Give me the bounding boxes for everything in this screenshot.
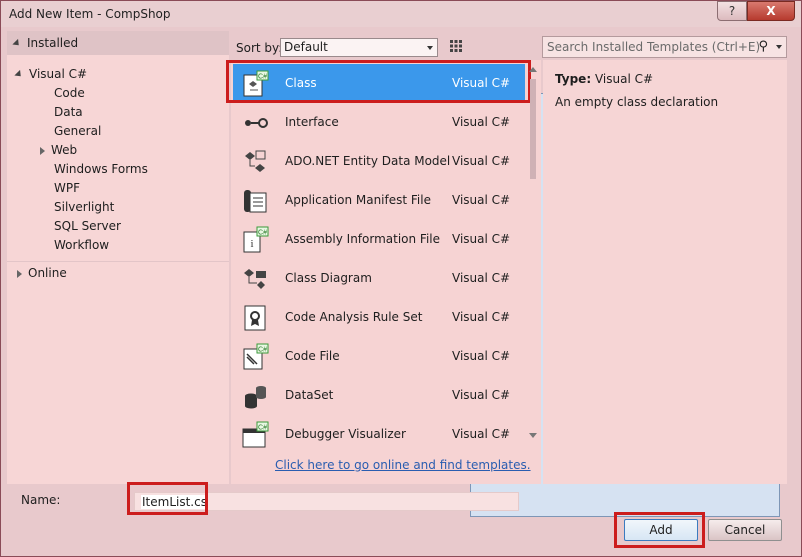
template-language: Visual C# bbox=[452, 427, 511, 441]
interface-icon bbox=[245, 118, 268, 128]
template-item-class-diagram[interactable]: Class Diagram Visual C# bbox=[233, 259, 525, 298]
template-name: Assembly Information File bbox=[285, 232, 441, 246]
template-language: Visual C# bbox=[452, 310, 511, 324]
tree-item-windows-forms[interactable]: Windows Forms bbox=[54, 160, 148, 179]
name-highlight bbox=[127, 482, 208, 515]
type-value: Visual C# bbox=[594, 72, 654, 86]
template-details-pane: Type: Visual C# An empty class declarati… bbox=[543, 60, 787, 484]
template-language: Visual C# bbox=[452, 349, 511, 363]
cancel-button[interactable]: Cancel bbox=[708, 519, 782, 541]
svg-text:C#: C# bbox=[258, 347, 267, 354]
type-label: Type: bbox=[555, 72, 592, 86]
template-language: Visual C# bbox=[452, 154, 511, 168]
tree-item-silverlight[interactable]: Silverlight bbox=[54, 198, 114, 217]
class-diagram-icon bbox=[244, 269, 266, 289]
template-language: Visual C# bbox=[452, 232, 511, 246]
tree-item-general[interactable]: General bbox=[54, 122, 101, 141]
manifest-icon bbox=[244, 190, 267, 213]
template-name: Code Analysis Rule Set bbox=[285, 310, 423, 324]
template-language: Visual C# bbox=[452, 115, 511, 129]
chevron-down-icon bbox=[427, 46, 433, 50]
sort-toolbar: Sort by: Default bbox=[231, 34, 780, 517]
svg-text:C#: C# bbox=[258, 230, 267, 237]
help-button[interactable]: ? bbox=[717, 1, 747, 21]
tree-divider bbox=[7, 261, 229, 262]
grid-view-icon bbox=[450, 40, 462, 52]
tree-item-label: Online bbox=[28, 266, 67, 280]
tree-item-sql-server[interactable]: SQL Server bbox=[54, 217, 121, 236]
template-item-dataset[interactable]: DataSet Visual C# bbox=[233, 376, 525, 415]
template-item-debugger-visualizer[interactable]: C# Debugger Visualizer Visual C# bbox=[233, 415, 525, 454]
template-name: ADO.NET Entity Data Model bbox=[285, 154, 451, 168]
entity-model-icon bbox=[245, 150, 266, 172]
svg-text:i: i bbox=[250, 238, 253, 250]
template-name: Code File bbox=[285, 349, 340, 363]
template-language: Visual C# bbox=[452, 193, 511, 207]
grid-view-button[interactable] bbox=[446, 37, 466, 57]
selection-highlight bbox=[226, 60, 531, 103]
expand-icon[interactable] bbox=[14, 69, 24, 80]
template-item-code-file[interactable]: C# Code File Visual C# bbox=[233, 337, 525, 376]
scroll-up-icon[interactable] bbox=[529, 67, 537, 72]
template-language: Visual C# bbox=[452, 388, 511, 402]
dataset-icon bbox=[245, 386, 266, 409]
name-label: Name: bbox=[21, 493, 61, 507]
collapse-icon[interactable] bbox=[40, 146, 45, 155]
sort-value: Default bbox=[284, 40, 328, 54]
add-highlight bbox=[614, 512, 705, 548]
sort-dropdown[interactable]: Default bbox=[280, 38, 438, 57]
template-name: DataSet bbox=[285, 388, 334, 402]
debugger-visualizer-icon: C# bbox=[242, 421, 269, 448]
template-name: Application Manifest File bbox=[285, 193, 431, 207]
tree-installed-header[interactable]: Installed bbox=[7, 31, 229, 55]
svg-text:C#: C# bbox=[258, 425, 267, 432]
expand-icon[interactable] bbox=[12, 38, 22, 49]
template-type: Type: Visual C# bbox=[555, 72, 653, 86]
add-new-item-dialog: Add New Item - CompShop ? X Installed Vi… bbox=[0, 0, 802, 557]
search-icon[interactable]: ⚲ bbox=[758, 39, 768, 54]
template-item-application-manifest-file[interactable]: Application Manifest File Visual C# bbox=[233, 181, 525, 220]
tree-item-wpf[interactable]: WPF bbox=[54, 179, 80, 198]
tree-item-label: Web bbox=[51, 143, 78, 157]
template-name: Debugger Visualizer bbox=[285, 427, 406, 441]
collapse-icon[interactable] bbox=[17, 269, 22, 278]
installed-label: Installed bbox=[27, 36, 79, 50]
sort-label: Sort by: bbox=[236, 41, 283, 55]
tree-item-label: Visual C# bbox=[29, 67, 88, 81]
tree-item-code[interactable]: Code bbox=[54, 84, 85, 103]
tree-item-data[interactable]: Data bbox=[54, 103, 83, 122]
template-item-interface[interactable]: Interface Visual C# bbox=[233, 103, 525, 142]
template-language: Visual C# bbox=[452, 271, 511, 285]
template-item-assembly-information-file[interactable]: i C# Assembly Information File Visual C# bbox=[233, 220, 525, 259]
tree-item-workflow[interactable]: Workflow bbox=[54, 236, 109, 255]
chevron-down-icon[interactable] bbox=[776, 45, 782, 49]
assembly-info-icon: i C# bbox=[243, 226, 269, 253]
window-title: Add New Item - CompShop bbox=[9, 7, 171, 21]
search-placeholder: Search Installed Templates (Ctrl+E) bbox=[547, 40, 761, 54]
template-list-scrollbar[interactable] bbox=[527, 63, 539, 443]
code-file-icon: C# bbox=[243, 343, 269, 370]
find-templates-online-link[interactable]: Click here to go online and find templat… bbox=[275, 458, 531, 472]
tree-item-web[interactable]: Web bbox=[40, 141, 77, 160]
rule-set-icon bbox=[244, 305, 266, 331]
tree-item-visual-csharp[interactable]: Visual C# bbox=[14, 65, 88, 84]
title-bar: Add New Item - CompShop ? X bbox=[1, 1, 801, 27]
template-name: Class Diagram bbox=[285, 271, 372, 285]
template-description: An empty class declaration bbox=[555, 95, 719, 109]
template-tree: Installed Visual C# Code Data General We… bbox=[7, 31, 229, 484]
tree-item-online[interactable]: Online bbox=[17, 264, 67, 283]
scroll-down-icon[interactable] bbox=[529, 433, 537, 438]
template-item-code-analysis-rule-set[interactable]: Code Analysis Rule Set Visual C# bbox=[233, 298, 525, 337]
template-item-ado-net-entity-data-model[interactable]: ADO.NET Entity Data Model Visual C# bbox=[233, 142, 525, 181]
close-button[interactable]: X bbox=[747, 1, 795, 21]
template-name: Interface bbox=[285, 115, 339, 129]
search-templates-field[interactable]: Search Installed Templates (Ctrl+E) ⚲ bbox=[542, 36, 787, 58]
scroll-thumb[interactable] bbox=[530, 79, 536, 179]
template-list: C# Class Visual C# Interface Visual C# A… bbox=[231, 60, 541, 484]
